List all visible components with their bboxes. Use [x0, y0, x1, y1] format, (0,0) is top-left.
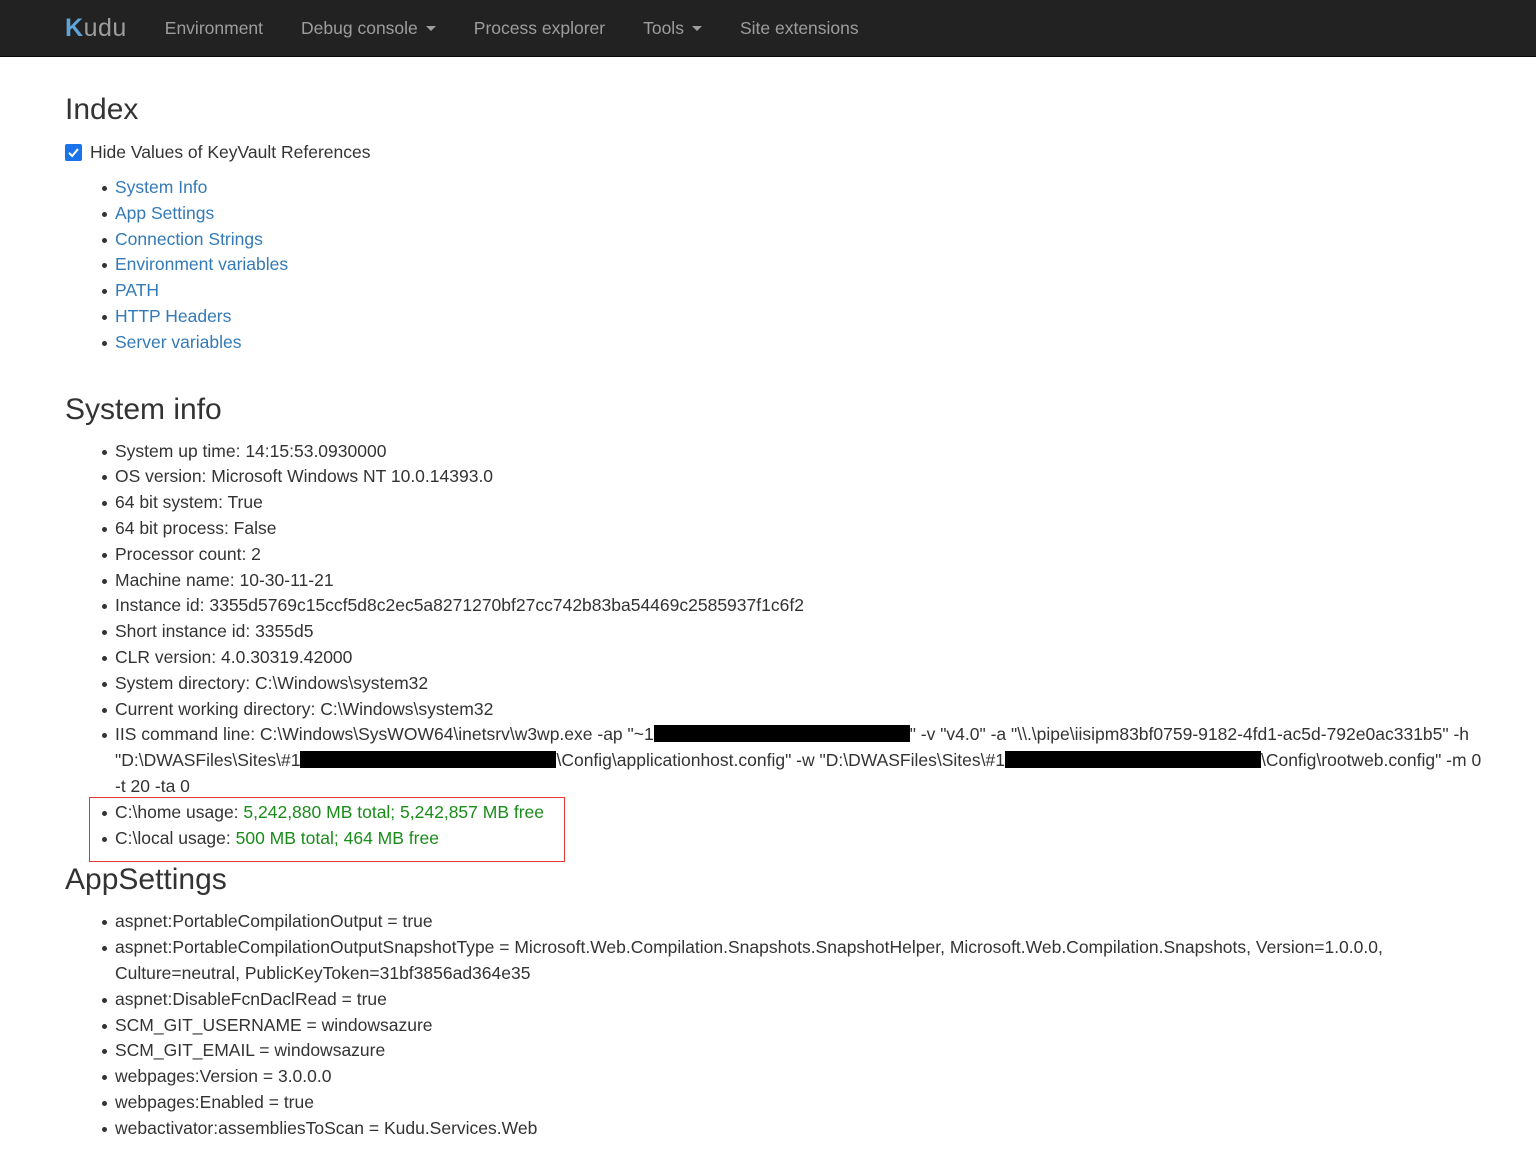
caret-down-icon	[425, 25, 436, 31]
list-item: HTTP Headers	[102, 304, 1496, 330]
link-system-info[interactable]: System Info	[115, 177, 207, 197]
list-item: Processor count: 2	[102, 542, 1496, 568]
nav-process-explorer[interactable]: Process explorer	[474, 18, 605, 39]
caret-down-icon	[691, 25, 702, 31]
setting-text-line-1: aspnet:PortableCompilationOutputSnapshot…	[115, 937, 1383, 958]
link-environment-variables[interactable]: Environment variables	[115, 254, 288, 274]
nav-process-explorer-label: Process explorer	[473, 17, 606, 38]
list-item: System up time: 14:15:53.0930000	[102, 439, 1496, 465]
brand-k: K	[65, 13, 84, 42]
nav-tools-label: Tools	[643, 17, 684, 38]
list-item: System directory: C:\Windows\system32	[102, 671, 1496, 697]
hide-keyvault-checkbox[interactable]	[65, 144, 82, 161]
redaction-block	[300, 751, 557, 769]
checkmark-icon	[68, 148, 79, 158]
link-http-headers[interactable]: HTTP Headers	[115, 306, 231, 326]
iis-text-4: \Config\applicationhost.config" -w "D:\D…	[556, 750, 1005, 771]
list-item: aspnet:PortableCompilationOutputSnapshot…	[102, 935, 1496, 987]
list-item: CLR version: 4.0.30319.42000	[102, 645, 1496, 671]
nav-debug-console[interactable]: Debug console	[301, 18, 436, 39]
list-item: Current working directory: C:\Windows\sy…	[102, 697, 1496, 723]
iis-text-3: "D:\DWASFiles\Sites\#1	[115, 750, 301, 771]
list-item: 64 bit process: False	[102, 516, 1496, 542]
list-item: webpages:Enabled = true	[102, 1090, 1496, 1116]
list-item: webactivator:assembliesToScan = Kudu.Ser…	[102, 1116, 1496, 1142]
list-item: OS version: Microsoft Windows NT 10.0.14…	[102, 464, 1496, 490]
hide-keyvault-label: Hide Values of KeyVault References	[90, 142, 371, 162]
list-item: aspnet:DisableFcnDaclRead = true	[102, 987, 1496, 1013]
nav-site-extensions[interactable]: Site extensions	[740, 18, 859, 39]
app-settings-heading: AppSettings	[65, 863, 227, 897]
setting-text-line-2: Culture=neutral, PublicKeyToken=31bf3856…	[115, 962, 531, 983]
nav-site-extensions-label: Site extensions	[739, 17, 859, 38]
list-item: System Info	[102, 175, 1496, 201]
list-item: 64 bit system: True	[102, 490, 1496, 516]
index-heading: Index	[65, 93, 139, 126]
system-info-list: System up time: 14:15:53.0930000 OS vers…	[65, 439, 1496, 852]
redaction-block	[653, 725, 910, 743]
system-info-heading: System info	[65, 392, 222, 426]
app-settings-list: aspnet:PortableCompilationOutput = true …	[65, 909, 1496, 1141]
list-item: SCM_GIT_USERNAME = windowsazure	[102, 1013, 1496, 1039]
list-item: aspnet:PortableCompilationOutput = true	[102, 909, 1496, 935]
usage-highlight-box	[89, 797, 565, 862]
nav-environment[interactable]: Environment	[165, 18, 263, 39]
kudu-brand-logo[interactable]: Kudu	[65, 14, 127, 43]
list-item: App Settings	[102, 201, 1496, 227]
iis-text-1: IIS command line: C:\Windows\SysWOW64\in…	[115, 724, 654, 745]
top-navbar: Kudu Environment Debug console Process e…	[0, 0, 1536, 57]
list-item: SCM_GIT_EMAIL = windowsazure	[102, 1038, 1496, 1064]
list-item: webpages:Version = 3.0.0.0	[102, 1064, 1496, 1090]
iis-text-6: -t 20 -ta 0	[115, 775, 190, 796]
link-server-variables[interactable]: Server variables	[115, 332, 241, 352]
index-links-list: System Info App Settings Connection Stri…	[65, 175, 1496, 356]
link-app-settings[interactable]: App Settings	[115, 203, 214, 223]
brand-text: udu	[83, 13, 127, 42]
list-item: Machine name: 10-30-11-21	[102, 568, 1496, 594]
nav-environment-label: Environment	[164, 17, 264, 38]
list-item: Connection Strings	[102, 227, 1496, 253]
list-item: PATH	[102, 278, 1496, 304]
iis-text-2: " -v "v4.0" -a "\\.\pipe\iisipm83bf0759-…	[909, 724, 1470, 745]
list-item: Environment variables	[102, 252, 1496, 278]
link-connection-strings[interactable]: Connection Strings	[115, 229, 263, 249]
keyvault-checkbox-row: Hide Values of KeyVault References	[65, 142, 1496, 163]
list-item: Instance id: 3355d5769c15ccf5d8c2ec5a827…	[102, 593, 1496, 619]
iis-command-line-item: IIS command line: C:\Windows\SysWOW64\in…	[102, 722, 1496, 799]
redaction-block	[1004, 751, 1261, 769]
main-content: Index Hide Values of KeyVault References…	[0, 93, 1536, 1142]
list-item: Short instance id: 3355d5	[102, 619, 1496, 645]
link-path[interactable]: PATH	[115, 280, 159, 300]
nav-debug-console-label: Debug console	[301, 17, 418, 38]
nav-tools[interactable]: Tools	[643, 18, 702, 39]
iis-text-5: \Config\rootweb.config" -m 0	[1260, 750, 1482, 771]
list-item: Server variables	[102, 330, 1496, 356]
